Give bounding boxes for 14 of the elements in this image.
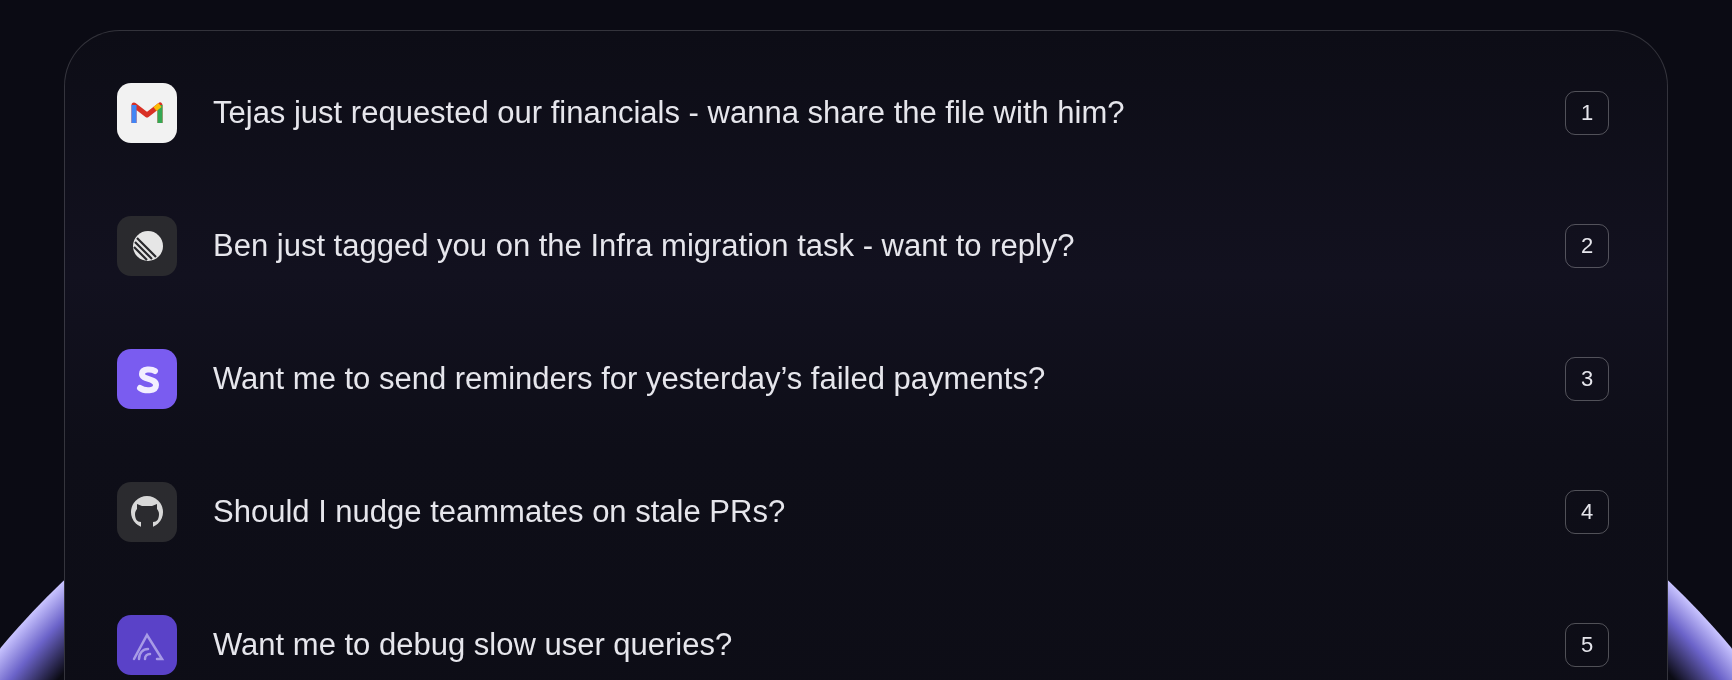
shortcut-key: 4 — [1565, 489, 1609, 534]
shortcut-key: 1 — [1565, 90, 1609, 135]
shortcut-key: 5 — [1565, 622, 1609, 667]
suggestion-text[interactable]: Should I nudge teammates on stale PRs? — [213, 493, 1565, 530]
suggestion-text[interactable]: Ben just tagged you on the Infra migration task - want to reply? — [213, 227, 1565, 264]
letter-s-icon — [117, 348, 177, 409]
mail-icon — [117, 82, 177, 143]
arc-icon — [117, 614, 177, 675]
suggestion-text[interactable]: Want me to debug slow user queries? — [213, 626, 1565, 663]
shortcut-key: 3 — [1565, 356, 1609, 401]
cat-silhouette-icon — [117, 481, 177, 542]
suggestion-text[interactable]: Tejas just requested our financials - wanna share the file with him? — [213, 94, 1565, 131]
shortcut-key: 2 — [1565, 223, 1609, 268]
suggestion-text[interactable]: Want me to send reminders for yesterday’s failed payments? — [213, 360, 1565, 397]
